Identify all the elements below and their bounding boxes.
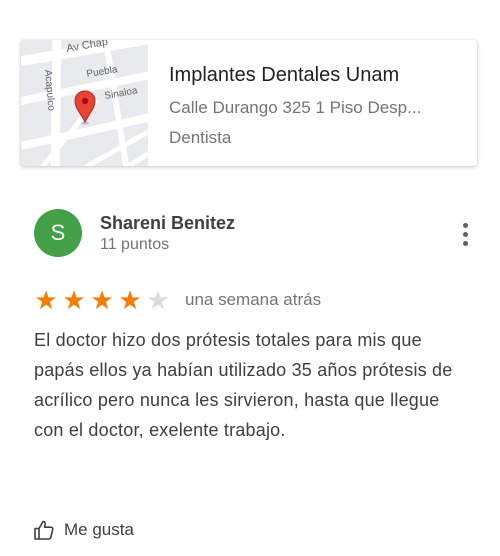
review-page: Av Chap Puebla Sinaloa Acapulco Implante… [0, 0, 500, 556]
star-filled-icon: ★ [90, 285, 114, 315]
star-empty-icon: ★ [146, 285, 170, 315]
reviewer-points: 11 puntos [100, 236, 170, 253]
like-label: Me gusta [64, 520, 134, 539]
review-text: El doctor hizo dos prótesis totales para… [34, 330, 453, 440]
place-category: Dentista [169, 128, 232, 147]
map-thumbnail[interactable]: Av Chap Puebla Sinaloa Acapulco [21, 40, 148, 166]
thumb-up-icon [34, 520, 54, 540]
place-card[interactable]: Av Chap Puebla Sinaloa Acapulco Implante… [21, 40, 477, 166]
star-filled-icon: ★ [62, 285, 86, 315]
place-name[interactable]: Implantes Dentales Unam [169, 62, 461, 88]
like-button[interactable]: Me gusta [32, 517, 134, 543]
more-vert-icon [463, 223, 468, 228]
place-address: Calle Durango 325 1 Piso Desp... [169, 98, 422, 117]
reviewer-name[interactable]: Shareni Benitez [100, 212, 235, 234]
avatar[interactable]: S [34, 209, 82, 257]
more-options-button[interactable] [455, 220, 477, 248]
place-info: Implantes Dentales Unam Calle Durango 32… [169, 62, 461, 149]
star-filled-icon: ★ [34, 285, 58, 315]
star-filled-icon: ★ [118, 285, 142, 315]
review-date: una semana atrás [185, 290, 322, 309]
map-graphic: Av Chap Puebla Sinaloa Acapulco [21, 40, 148, 166]
